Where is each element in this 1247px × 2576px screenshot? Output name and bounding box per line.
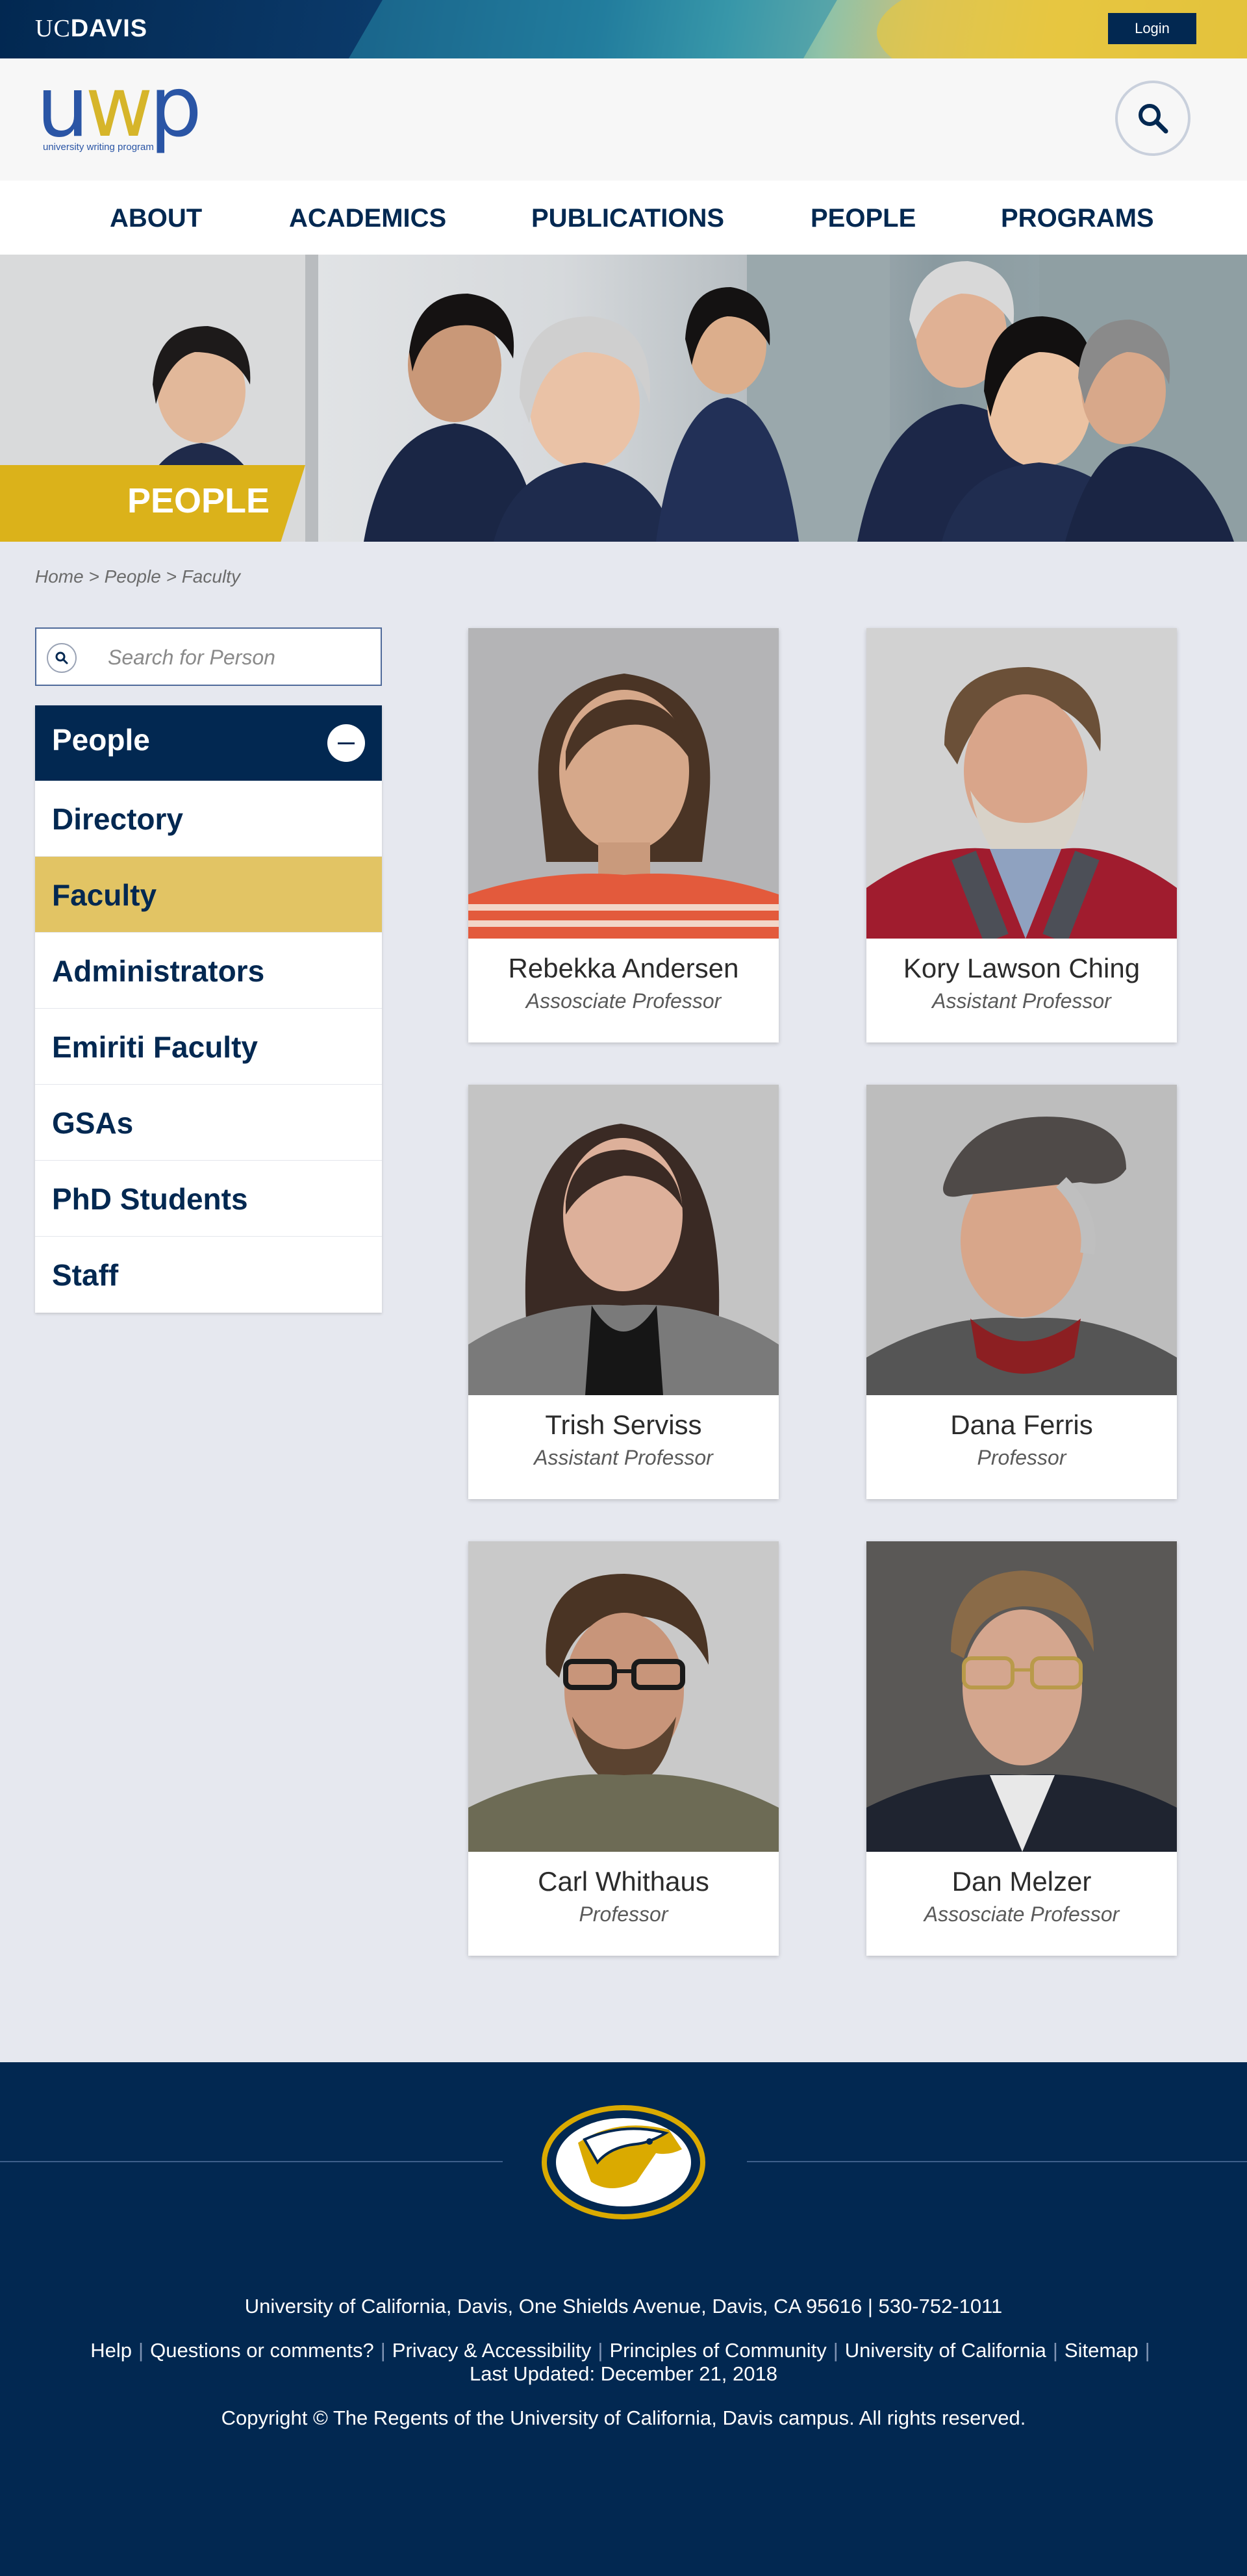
footer-link-help[interactable]: Help bbox=[90, 2339, 132, 2362]
breadcrumb[interactable]: Home > People > Faculty bbox=[35, 566, 240, 587]
footer-link-questions[interactable]: Questions or comments? bbox=[150, 2339, 374, 2362]
footer-link-separator: | bbox=[1052, 2339, 1058, 2362]
footer-link-privacy[interactable]: Privacy & Accessibility bbox=[392, 2339, 592, 2362]
person-title: Assosciate Professor bbox=[924, 1902, 1120, 1926]
sidebar-section-header[interactable]: People bbox=[35, 705, 382, 781]
uwp-logo[interactable]: uwp university writing program bbox=[36, 66, 231, 162]
person-title: Assistant Professor bbox=[932, 989, 1111, 1013]
brand-uc-text: UC bbox=[35, 15, 71, 42]
person-photo[interactable] bbox=[866, 628, 1177, 939]
sidebar-item-staff[interactable]: Staff bbox=[35, 1237, 382, 1313]
person-photo[interactable] bbox=[468, 1541, 779, 1852]
nav-programs[interactable]: PROGRAMS bbox=[1001, 204, 1154, 233]
footer-link-separator: | bbox=[138, 2339, 144, 2362]
person-name[interactable]: Trish Serviss bbox=[468, 1409, 779, 1441]
person-photo[interactable] bbox=[468, 1085, 779, 1395]
sidebar-section-title: People bbox=[52, 723, 150, 757]
person-card[interactable]: Rebekka Andersen Assosciate Professor bbox=[468, 628, 779, 1042]
footer-link-separator: | bbox=[598, 2339, 603, 2362]
search-icon bbox=[1139, 104, 1168, 134]
sidebar-item-directory[interactable]: Directory bbox=[35, 781, 382, 857]
footer-link-separator: | bbox=[1144, 2339, 1150, 2362]
footer-divider-right bbox=[747, 2161, 1247, 2162]
footer-link-separator: | bbox=[833, 2339, 838, 2362]
collapse-icon[interactable] bbox=[327, 724, 365, 762]
nav-academics[interactable]: ACADEMICS bbox=[289, 204, 446, 233]
hero-title: PEOPLE bbox=[127, 481, 270, 520]
nav-people[interactable]: PEOPLE bbox=[811, 204, 916, 233]
person-name[interactable]: Rebekka Andersen bbox=[468, 953, 779, 984]
person-card[interactable]: Trish Serviss Assistant Professor bbox=[468, 1085, 779, 1499]
aggie-horse-logo[interactable] bbox=[539, 2104, 708, 2221]
logo-letter-p: p bbox=[149, 59, 202, 156]
person-name[interactable]: Carl Whithaus bbox=[468, 1866, 779, 1897]
person-title: Professor bbox=[977, 1446, 1066, 1469]
person-search-input[interactable] bbox=[108, 642, 368, 673]
search-button[interactable] bbox=[1115, 81, 1190, 156]
person-card[interactable]: Dan Melzer Assosciate Professor bbox=[866, 1541, 1177, 1956]
site-header: uwp university writing program bbox=[0, 58, 1247, 181]
brand-davis-text: DAVIS bbox=[70, 15, 148, 42]
person-title: Assosciate Professor bbox=[525, 989, 722, 1013]
footer-link-principles[interactable]: Principles of Community bbox=[609, 2339, 826, 2362]
main-nav: ABOUT ACADEMICS PUBLICATIONS PEOPLE PROG… bbox=[0, 181, 1247, 255]
sidebar-item-gsas[interactable]: GSAs bbox=[35, 1085, 382, 1161]
sidebar-item-emiriti-faculty[interactable]: Emiriti Faculty bbox=[35, 1009, 382, 1085]
person-title: Professor bbox=[579, 1902, 668, 1926]
site-footer: University of California, Davis, One Shi… bbox=[0, 2062, 1247, 2576]
person-card[interactable]: Kory Lawson Ching Assistant Professor bbox=[866, 628, 1177, 1042]
footer-copyright: Copyright © The Regents of the Universit… bbox=[221, 2406, 1026, 2429]
footer-link-sitemap[interactable]: Sitemap bbox=[1064, 2339, 1139, 2362]
person-search-box[interactable] bbox=[35, 627, 382, 686]
person-photo[interactable] bbox=[866, 1541, 1177, 1852]
person-name[interactable]: Kory Lawson Ching bbox=[866, 953, 1177, 984]
person-photo[interactable] bbox=[468, 628, 779, 939]
footer-link-separator: | bbox=[380, 2339, 386, 2362]
person-photo[interactable] bbox=[866, 1085, 1177, 1395]
person-name[interactable]: Dan Melzer bbox=[866, 1866, 1177, 1897]
nav-about[interactable]: ABOUT bbox=[110, 204, 202, 233]
logo-tagline: university writing program bbox=[43, 142, 154, 153]
person-title: Assistant Professor bbox=[534, 1446, 713, 1469]
person-card[interactable]: Dana Ferris Professor bbox=[866, 1085, 1177, 1499]
footer-link-uc[interactable]: University of California bbox=[845, 2339, 1046, 2362]
ucdavis-topbar: UCDAVIS Login bbox=[0, 0, 1247, 58]
sidebar-menu: People Directory Faculty Administrators … bbox=[35, 705, 382, 1313]
sidebar-item-faculty[interactable]: Faculty bbox=[35, 857, 382, 933]
sidebar-item-administrators[interactable]: Administrators bbox=[35, 933, 382, 1009]
footer-last-updated: Last Updated: December 21, 2018 bbox=[470, 2362, 777, 2385]
nav-publications[interactable]: PUBLICATIONS bbox=[531, 204, 724, 233]
hero-banner: PEOPLE bbox=[0, 255, 1247, 542]
footer-address: University of California, Davis, One Shi… bbox=[244, 2295, 1003, 2317]
sidebar-item-phd-students[interactable]: PhD Students bbox=[35, 1161, 382, 1237]
footer-divider-left bbox=[0, 2161, 503, 2162]
uwp-logo-letters: uwp bbox=[36, 66, 202, 149]
login-button[interactable]: Login bbox=[1108, 13, 1196, 44]
person-card[interactable]: Carl Whithaus Professor bbox=[468, 1541, 779, 1956]
footer-links: Help | Questions or comments? | Privacy & Ac… bbox=[0, 2339, 1247, 2362]
ucdavis-logo[interactable]: UCDAVIS bbox=[35, 14, 147, 43]
person-search-icon[interactable] bbox=[47, 643, 77, 673]
person-name[interactable]: Dana Ferris bbox=[866, 1409, 1177, 1441]
